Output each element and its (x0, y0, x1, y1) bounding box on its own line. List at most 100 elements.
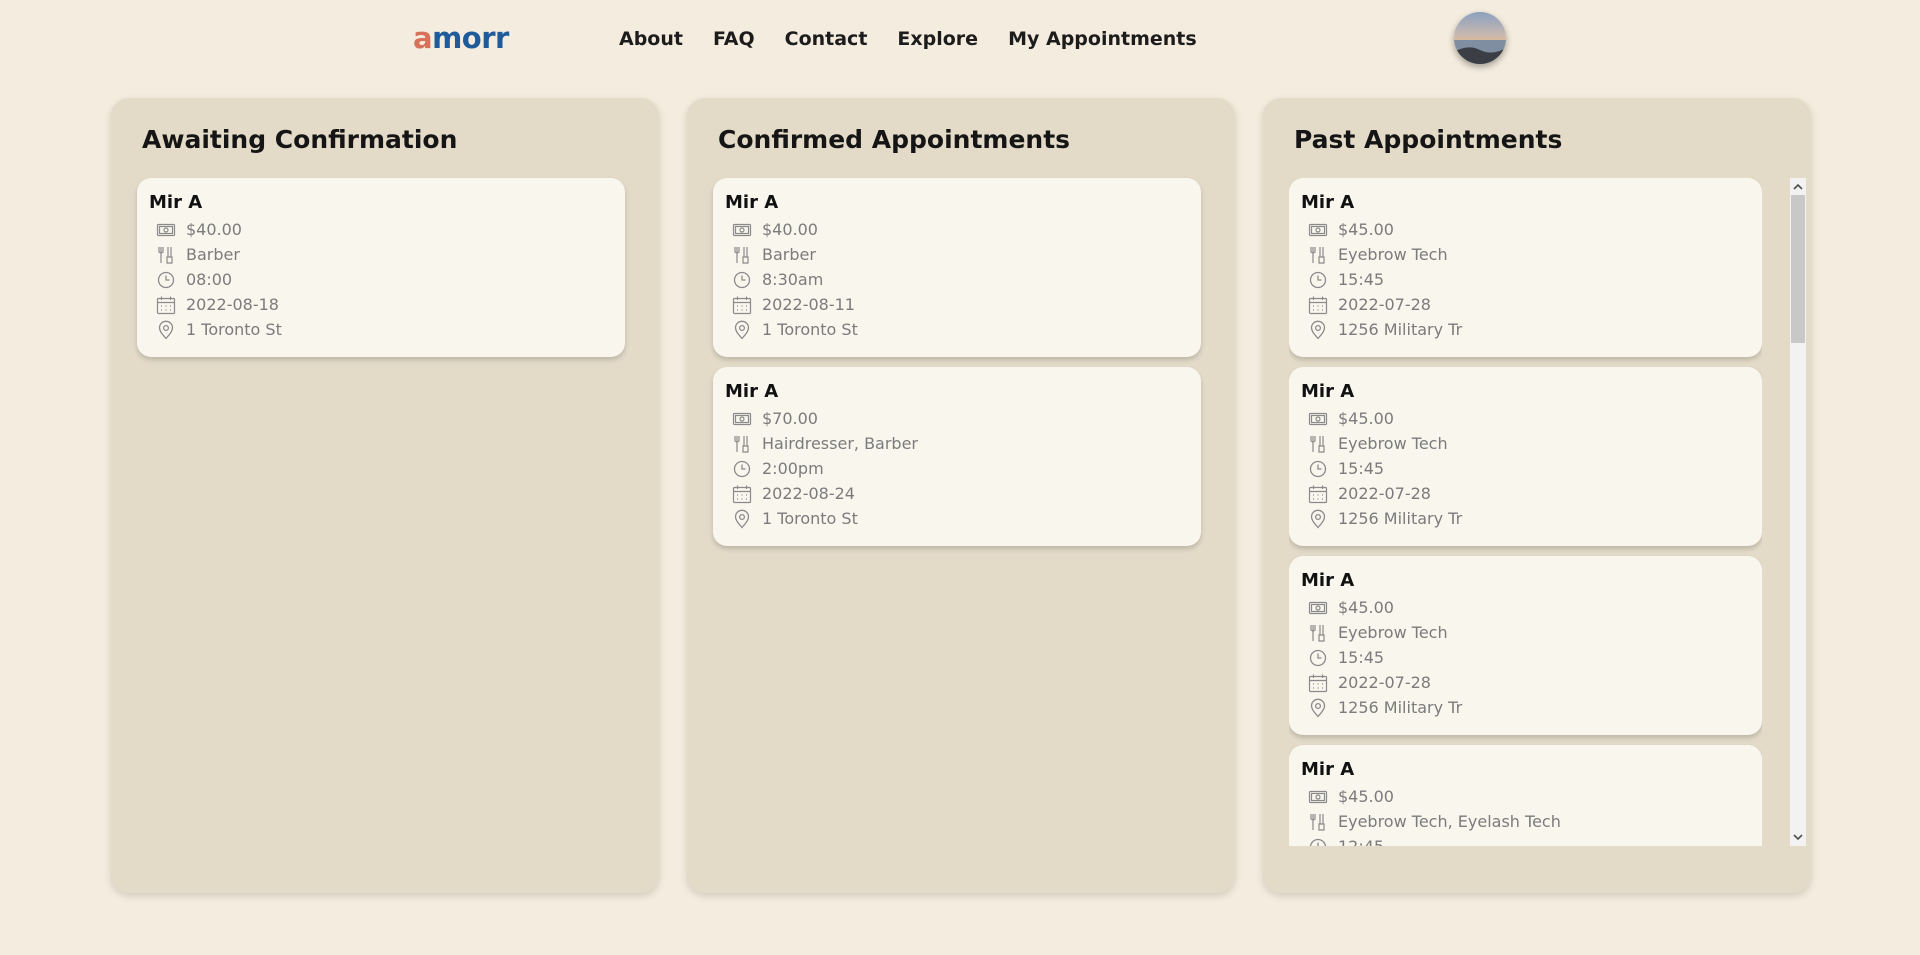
date: 2022-07-28 (1338, 484, 1431, 503)
time: 15:45 (1338, 270, 1385, 289)
location-row: 1256 Military Tr (1301, 506, 1750, 531)
date: 2022-07-28 (1338, 673, 1431, 692)
date-row: 2022-08-18 (149, 292, 613, 317)
clock-icon (1301, 648, 1338, 668)
amorr-logo[interactable]: amorr (413, 21, 509, 55)
date: 2022-08-11 (762, 295, 855, 314)
appointment-card[interactable]: Mir A $45.00 Eyebrow Tech 15:45 2022-07-… (1289, 178, 1762, 357)
money-icon (725, 220, 762, 240)
price-row: $70.00 (725, 406, 1189, 431)
provider-name: Mir A (1301, 192, 1355, 213)
service-row: Hairdresser, Barber (725, 431, 1189, 456)
clock-icon (1301, 837, 1338, 846)
appointment-card[interactable]: Mir A $70.00 Hairdresser, Barber 2:00pm … (713, 367, 1201, 546)
location-pin-icon (149, 320, 186, 340)
tools-icon (725, 434, 762, 454)
date-row: 2022-08-11 (725, 292, 1189, 317)
time: 2:00pm (762, 459, 824, 478)
top-navigation-bar: amorr About FAQ Contact Explore My Appoi… (0, 0, 1920, 78)
nav-link-about[interactable]: About (619, 26, 683, 52)
tools-icon (1301, 434, 1338, 454)
panel-title: Confirmed Appointments (718, 125, 1071, 154)
date: 2022-08-24 (762, 484, 855, 503)
scrollable-appointment-list[interactable]: Mir A $45.00 Eyebrow Tech 15:45 2022-07-… (1289, 178, 1762, 846)
time: 12:45 (1338, 837, 1384, 846)
date: 2022-07-28 (1338, 295, 1431, 314)
price-row: $45.00 (1301, 217, 1750, 242)
service-row: Eyebrow Tech (1301, 620, 1750, 645)
calendar-icon (725, 484, 762, 504)
time-row: 15:45 (1301, 645, 1750, 670)
location-row: 1 Toronto St (149, 317, 613, 342)
tools-icon (1301, 623, 1338, 643)
nav-link-faq[interactable]: FAQ (713, 26, 755, 52)
service-row: Eyebrow Tech (1301, 242, 1750, 267)
appointment-card[interactable]: Mir A $45.00 Eyebrow Tech, Eyelash Tech … (1289, 745, 1762, 846)
calendar-icon (1301, 673, 1338, 693)
service-row: Eyebrow Tech, Eyelash Tech (1301, 809, 1750, 834)
appointment-card[interactable]: Mir A $45.00 Eyebrow Tech 15:45 2022-07-… (1289, 367, 1762, 546)
calendar-icon (725, 295, 762, 315)
confirmed-appointments-panel: Confirmed Appointments Mir A $40.00 Barb… (687, 98, 1235, 893)
vertical-scrollbar[interactable] (1790, 178, 1806, 846)
clock-icon (1301, 459, 1338, 479)
clock-icon (1301, 270, 1338, 290)
scrollbar-thumb[interactable] (1791, 195, 1805, 343)
panel-title: Past Appointments (1294, 125, 1563, 154)
scroll-up-arrow-icon[interactable] (1790, 178, 1806, 195)
provider-name: Mir A (149, 192, 203, 213)
scroll-down-arrow-icon[interactable] (1790, 829, 1806, 846)
location-row: 1256 Military Tr (1301, 317, 1750, 342)
location-pin-icon (725, 509, 762, 529)
past-appointments-panel: Past Appointments Mir A $45.00 Eyebrow T… (1263, 98, 1811, 893)
date-row: 2022-08-24 (725, 481, 1189, 506)
price-row: $40.00 (149, 217, 613, 242)
tools-icon (149, 245, 186, 265)
price-row: $45.00 (1301, 406, 1750, 431)
panel-title: Awaiting Confirmation (142, 125, 458, 154)
location: 1256 Military Tr (1338, 698, 1463, 717)
provider-name: Mir A (1301, 570, 1355, 591)
nav-link-explore[interactable]: Explore (897, 26, 978, 52)
logo-letter-a: a (413, 21, 433, 55)
time-row: 08:00 (149, 267, 613, 292)
calendar-icon (1301, 295, 1338, 315)
service: Barber (186, 245, 240, 264)
time-row: 15:45 (1301, 267, 1750, 292)
location: 1 Toronto St (762, 509, 858, 528)
clock-icon (725, 270, 762, 290)
appointment-card[interactable]: Mir A $40.00 Barber 8:30am 2022-08-11 1 … (713, 178, 1201, 357)
appointment-list: Mir A $40.00 Barber 08:00 2022-08-18 1 T… (137, 178, 625, 367)
price: $45.00 (1338, 409, 1394, 428)
main-nav: About FAQ Contact Explore My Appointment… (619, 26, 1197, 52)
price-row: $40.00 (725, 217, 1189, 242)
location-pin-icon (1301, 509, 1338, 529)
nav-link-contact[interactable]: Contact (785, 26, 868, 52)
appointment-list: Mir A $40.00 Barber 8:30am 2022-08-11 1 … (713, 178, 1201, 556)
appointment-card[interactable]: Mir A $45.00 Eyebrow Tech 15:45 2022-07-… (1289, 556, 1762, 735)
time: 08:00 (186, 270, 233, 289)
location: 1256 Military Tr (1338, 509, 1463, 528)
price: $70.00 (762, 409, 818, 428)
service: Hairdresser, Barber (762, 434, 919, 453)
service-row: Barber (149, 242, 613, 267)
nav-link-my-appointments[interactable]: My Appointments (1008, 26, 1197, 52)
clock-icon (725, 459, 762, 479)
price: $45.00 (1338, 787, 1394, 806)
appointment-card[interactable]: Mir A $40.00 Barber 08:00 2022-08-18 1 T… (137, 178, 625, 357)
date: 2022-08-18 (186, 295, 279, 314)
time-row: 12:45 (1301, 834, 1750, 846)
time: 8:30am (762, 270, 824, 289)
time-row: 2:00pm (725, 456, 1189, 481)
location-row: 1256 Military Tr (1301, 695, 1750, 720)
service: Eyebrow Tech (1338, 434, 1448, 453)
location-row: 1 Toronto St (725, 506, 1189, 531)
user-avatar[interactable] (1454, 12, 1506, 64)
provider-name: Mir A (725, 192, 779, 213)
location-pin-icon (1301, 698, 1338, 718)
calendar-icon (149, 295, 186, 315)
tools-icon (1301, 812, 1338, 832)
provider-name: Mir A (1301, 759, 1355, 780)
location-row: 1 Toronto St (725, 317, 1189, 342)
provider-name: Mir A (725, 381, 779, 402)
